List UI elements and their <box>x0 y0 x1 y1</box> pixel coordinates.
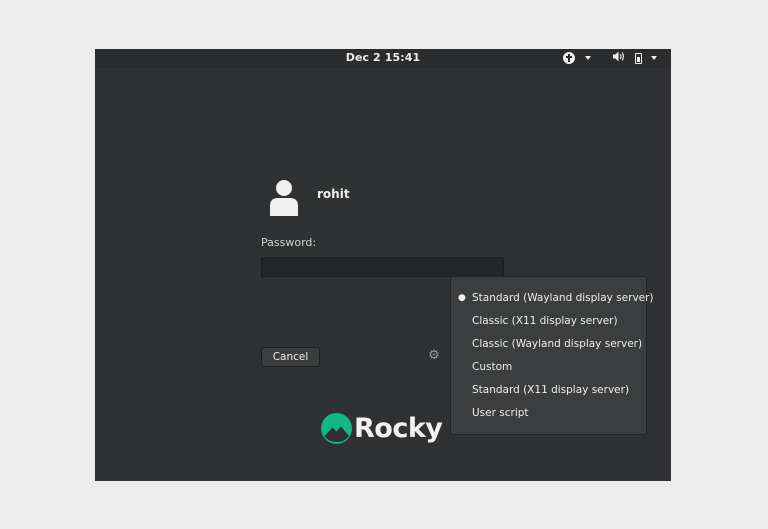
rocky-logo: Rocky <box>321 411 447 447</box>
session-option-label: Custom <box>472 361 513 373</box>
session-option[interactable]: Classic (X11 display server) <box>451 310 646 333</box>
top-bar: Dec 2 15:41 <box>95 49 671 68</box>
session-option-label: Classic (X11 display server) <box>472 315 618 327</box>
session-option[interactable]: User script <box>451 402 646 425</box>
session-gear-icon[interactable]: ⚙ <box>427 349 441 363</box>
password-label: Password: <box>261 236 317 249</box>
session-option-label: Standard (Wayland display server) <box>472 292 654 304</box>
session-option[interactable]: Custom <box>451 356 646 379</box>
system-menu[interactable] <box>613 51 663 66</box>
chevron-down-icon <box>651 56 657 60</box>
session-option[interactable]: ● Standard (Wayland display server) <box>451 287 654 310</box>
session-option-label: User script <box>472 407 529 419</box>
login-screen: Dec 2 15:41 rohit Password: Cancel ⚙ Roc… <box>95 49 671 481</box>
accessibility-icon <box>563 52 575 64</box>
rocky-logo-icon <box>321 413 352 444</box>
battery-icon <box>634 52 642 64</box>
session-option-label: Standard (X11 display server) <box>472 384 630 396</box>
user-avatar-icon <box>268 179 300 216</box>
username-label: rohit <box>317 187 350 201</box>
cancel-button[interactable]: Cancel <box>261 347 320 367</box>
session-menu: ● Standard (Wayland display server) Clas… <box>450 276 654 435</box>
session-option[interactable]: Standard (X11 display server) <box>451 379 646 402</box>
session-option[interactable]: Classic (Wayland display server) <box>451 333 646 356</box>
password-field[interactable] <box>261 257 504 277</box>
session-option-label: Classic (Wayland display server) <box>472 338 643 350</box>
selected-bullet-icon: ● <box>458 293 466 303</box>
accessibility-menu[interactable] <box>563 51 597 66</box>
rocky-logo-text: Rocky <box>354 413 443 444</box>
chevron-down-icon <box>584 56 591 60</box>
volume-icon <box>613 51 625 65</box>
